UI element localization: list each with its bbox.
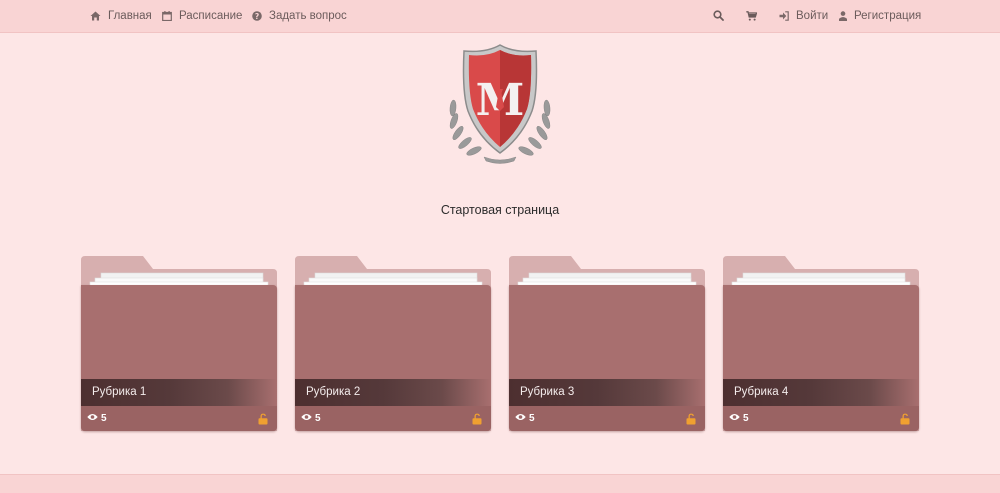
search-button[interactable] (708, 0, 728, 31)
cart-button[interactable] (741, 0, 761, 31)
unlock-icon (258, 412, 269, 425)
category-title: Рубрика 4 (723, 379, 919, 406)
views-count: 5 (743, 413, 749, 424)
views-count: 5 (315, 413, 321, 424)
svg-text:?: ? (255, 12, 259, 21)
nav-schedule-label: Расписание (179, 9, 243, 22)
views-count: 5 (101, 413, 107, 424)
nav-home[interactable]: Главная (90, 0, 152, 31)
views-counter: 5 (729, 412, 749, 425)
login-icon (779, 10, 789, 21)
eye-icon (515, 413, 526, 424)
question-icon: ? (252, 10, 262, 21)
nav-schedule[interactable]: Расписание (162, 0, 242, 31)
category-card-3[interactable]: Рубрика 3 5 (509, 256, 705, 433)
card-footer: 5 (295, 406, 491, 431)
eye-icon (729, 413, 740, 424)
eye-icon (87, 413, 98, 424)
category-card-1[interactable]: Рубрика 1 5 (81, 256, 277, 433)
category-title: Рубрика 2 (295, 379, 491, 406)
user-icon (839, 10, 847, 21)
category-title: Рубрика 1 (81, 379, 277, 406)
category-title: Рубрика 3 (509, 379, 705, 406)
card-footer: 5 (509, 406, 705, 431)
top-navbar: Главная Расписание ? Задать вопрос Войти… (0, 0, 1000, 33)
home-icon (90, 11, 101, 21)
nav-login-label: Войти (796, 9, 829, 22)
eye-icon (301, 413, 312, 424)
category-card-4[interactable]: Рубрика 4 5 (723, 256, 919, 433)
nav-ask-label: Задать вопрос (269, 9, 347, 22)
nav-ask-question[interactable]: ? Задать вопрос (252, 0, 347, 31)
unlock-icon (686, 412, 697, 425)
views-counter: 5 (515, 412, 535, 425)
site-logo[interactable]: M (444, 43, 556, 165)
views-counter: 5 (301, 412, 321, 425)
views-count: 5 (529, 413, 535, 424)
cart-icon (745, 10, 757, 21)
views-counter: 5 (87, 412, 107, 425)
footer-bar (0, 474, 1000, 493)
page-title: Стартовая страница (440, 203, 560, 217)
nav-home-label: Главная (108, 9, 152, 22)
unlock-icon (472, 412, 483, 425)
unlock-icon (900, 412, 911, 425)
nav-register-label: Регистрация (854, 9, 922, 22)
calendar-icon (162, 10, 172, 21)
category-card-2[interactable]: Рубрика 2 5 (295, 256, 491, 433)
nav-register[interactable]: Регистрация (839, 0, 921, 31)
search-icon (712, 10, 724, 21)
card-footer: 5 (723, 406, 919, 431)
card-footer: 5 (81, 406, 277, 431)
nav-login[interactable]: Войти (779, 0, 828, 31)
